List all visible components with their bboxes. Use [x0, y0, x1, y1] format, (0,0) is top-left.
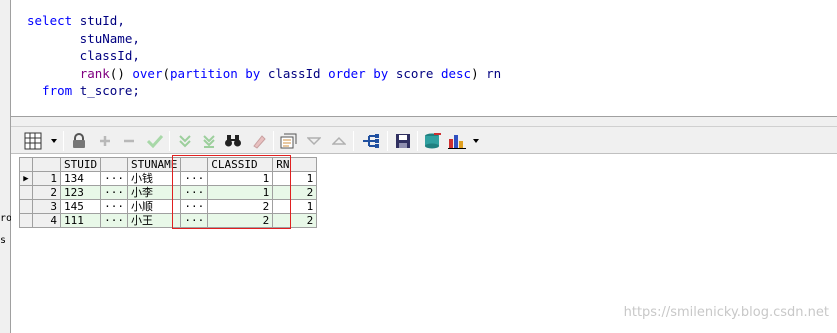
delete-record-icon[interactable]	[119, 131, 139, 151]
cell-stuname[interactable]: 小李	[126, 185, 182, 200]
cell-ellipsis-button[interactable]: ···	[180, 185, 209, 200]
cell-classid[interactable]: 2	[207, 213, 274, 228]
cell-classid[interactable]: 1	[207, 185, 274, 200]
current-row-indicator	[19, 213, 33, 228]
current-row-indicator	[19, 185, 33, 200]
row-number[interactable]: 1	[32, 171, 61, 186]
table-row[interactable]: 3 145 ··· 小顺 ··· 2 1	[19, 199, 318, 214]
chevron-down-icon[interactable]	[51, 139, 57, 143]
cell-rn[interactable]: 2	[272, 213, 318, 228]
cell-classid[interactable]: 1	[207, 171, 274, 186]
toolbar-separator	[63, 131, 64, 151]
code-token: rank	[79, 65, 110, 81]
cell-rn[interactable]: 2	[272, 185, 318, 200]
cell-stuid[interactable]: 145	[59, 199, 102, 214]
toolbar-separator	[169, 131, 170, 151]
result-toolbar	[11, 126, 837, 154]
code-token: rn	[486, 65, 502, 81]
toolbar-separator	[417, 131, 418, 151]
row-number[interactable]: 3	[32, 199, 61, 214]
next-icon[interactable]	[329, 131, 349, 151]
code-line[interactable]: from t_score;	[27, 82, 140, 99]
chevron-down-icon[interactable]	[473, 139, 479, 143]
column-header-stuname-ellipsis	[180, 157, 209, 172]
code-token: classId	[267, 65, 329, 81]
cell-stuname[interactable]: 小钱	[126, 171, 182, 186]
column-header-classid[interactable]: CLASSID	[207, 157, 274, 172]
code-token: t_score;	[79, 83, 140, 98]
cell-classid[interactable]: 2	[207, 199, 274, 214]
code-token: classId,	[27, 48, 140, 63]
cell-rn[interactable]: 1	[272, 199, 318, 214]
code-token: ()	[109, 65, 133, 81]
cell-ellipsis-button[interactable]: ···	[100, 185, 128, 200]
gutter-label-2: s	[0, 235, 7, 246]
cell-stuid[interactable]: 123	[59, 185, 102, 200]
row-number-header	[32, 157, 61, 172]
table-row[interactable]: 2 123 ··· 小李 ··· 1 2	[19, 185, 318, 200]
cell-ellipsis-button[interactable]: ···	[100, 171, 128, 186]
cell-ellipsis-button[interactable]: ···	[180, 199, 209, 214]
row-number[interactable]: 2	[32, 185, 61, 200]
code-token: (	[162, 65, 171, 81]
code-line[interactable]: classId,	[27, 47, 140, 64]
add-record-icon[interactable]	[95, 131, 115, 151]
watermark: https://smilenicky.blog.csdn.net	[623, 305, 829, 320]
code-token: score	[395, 65, 441, 81]
cell-ellipsis-button[interactable]: ···	[100, 213, 128, 228]
lock-icon[interactable]	[69, 131, 89, 151]
clear-icon[interactable]	[249, 131, 269, 151]
column-header-stuid[interactable]: STUID	[59, 157, 102, 172]
single-record-view-icon[interactable]	[361, 131, 381, 151]
left-panel-edge: ro s	[0, 0, 12, 333]
cell-stuname[interactable]: 小顺	[126, 199, 182, 214]
code-line[interactable]: select stuId,	[27, 12, 125, 29]
column-header-stuid-ellipsis	[100, 157, 128, 172]
cell-ellipsis-button[interactable]: ···	[180, 171, 209, 186]
grid-corner	[19, 157, 33, 172]
header-row: STUID STUNAME CLASSID RN	[19, 157, 318, 172]
code-token: )	[471, 65, 487, 81]
cell-stuid[interactable]: 134	[59, 171, 102, 186]
code-token: over	[132, 65, 163, 81]
toolbar-separator	[273, 131, 274, 151]
column-header-rn[interactable]: RN	[272, 157, 318, 172]
code-token: partition by	[170, 65, 268, 81]
current-row-indicator: ▶	[19, 171, 33, 186]
fetch-last-page-icon[interactable]	[199, 131, 219, 151]
export-icon[interactable]	[423, 131, 443, 151]
toolbar-separator	[353, 131, 354, 151]
grid-menu-icon[interactable]	[23, 131, 43, 151]
find-icon[interactable]	[223, 131, 243, 151]
code-token: desc	[440, 65, 472, 81]
cell-stuid[interactable]: 111	[59, 213, 102, 228]
data-grid: STUID STUNAME CLASSID RN ▶ 1 134 ··· 小钱 ··· 1 1…	[19, 157, 318, 228]
previous-icon[interactable]	[304, 131, 324, 151]
code-line[interactable]: stuName,	[27, 30, 140, 47]
column-header-stuname[interactable]: STUNAME	[126, 157, 182, 172]
cell-ellipsis-button[interactable]: ···	[100, 199, 128, 214]
row-number[interactable]: 4	[32, 213, 61, 228]
table-row[interactable]: ▶ 1 134 ··· 小钱 ··· 1 1	[19, 171, 318, 186]
splitter[interactable]	[11, 117, 837, 126]
code-token: select	[27, 13, 80, 28]
sql-editor[interactable]: select stuId, stuName, classId, rank() o…	[11, 0, 837, 117]
code-token: from	[27, 83, 80, 98]
code-token: order by	[328, 65, 396, 81]
table-row[interactable]: 4 111 ··· 小王 ··· 2 2	[19, 213, 318, 228]
toolbar-separator	[387, 131, 388, 151]
cell-stuname[interactable]: 小王	[126, 213, 182, 228]
cell-ellipsis-button[interactable]: ···	[180, 213, 209, 228]
cell-rn[interactable]: 1	[272, 171, 318, 186]
code-token: stuName,	[27, 30, 140, 46]
query-by-example-icon[interactable]	[279, 131, 299, 151]
code-line[interactable]: rank() over(partition by classId order b…	[27, 65, 502, 82]
save-icon[interactable]	[393, 131, 413, 151]
fetch-next-page-icon[interactable]	[175, 131, 195, 151]
post-changes-icon[interactable]	[145, 131, 165, 151]
code-token: stuId,	[79, 13, 125, 28]
current-row-indicator	[19, 199, 33, 214]
chart-icon[interactable]	[447, 131, 467, 151]
